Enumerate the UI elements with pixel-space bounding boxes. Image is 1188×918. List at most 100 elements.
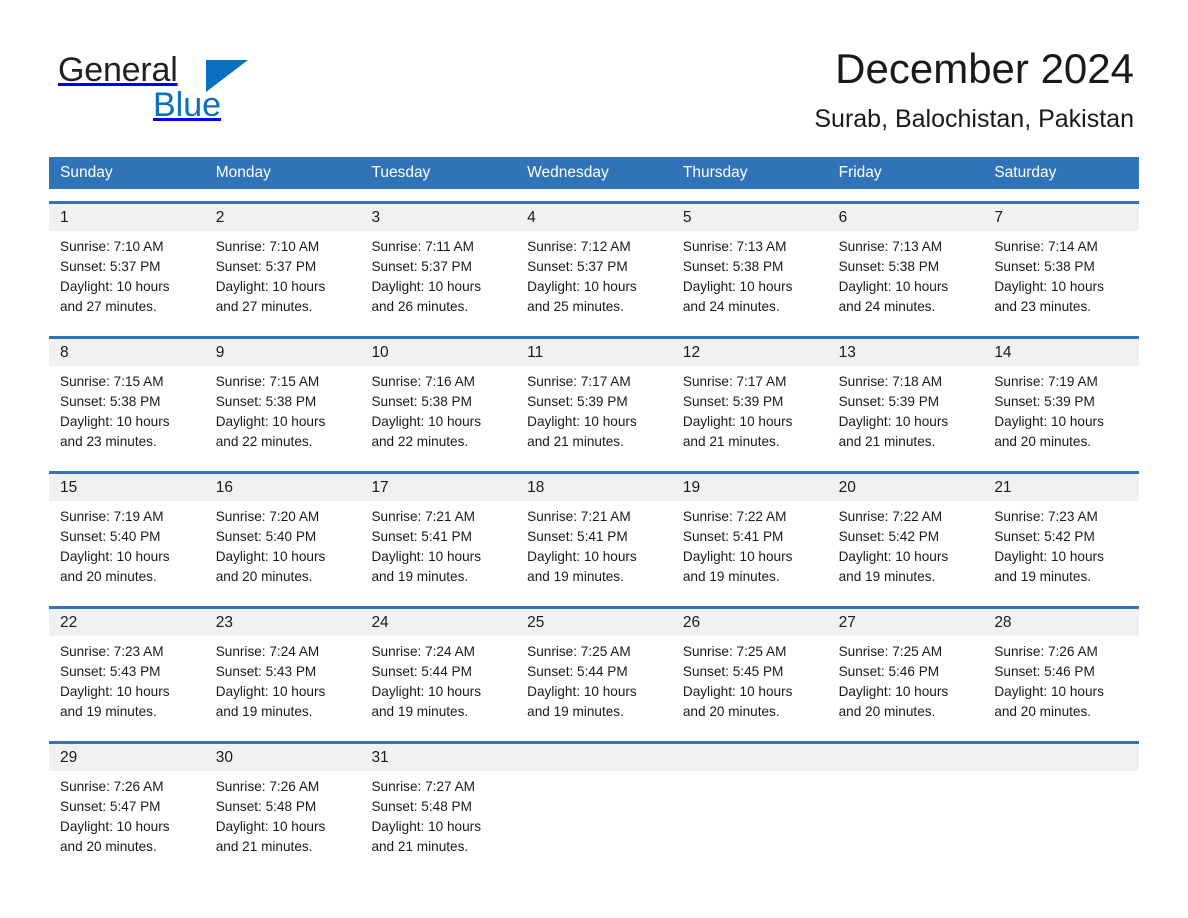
weekday-tuesday: Tuesday	[371, 164, 431, 181]
day-cell[interactable]: Sunrise: 7:22 AM Sunset: 5:41 PM Dayligh…	[672, 501, 828, 594]
day-cell[interactable]: Sunrise: 7:27 AM Sunset: 5:48 PM Dayligh…	[360, 771, 516, 864]
day-cell[interactable]: Sunrise: 7:25 AM Sunset: 5:46 PM Dayligh…	[828, 636, 984, 729]
daylight-text: Daylight: 10 hours and 27 minutes.	[215, 279, 326, 314]
page-title: December 2024	[835, 45, 1134, 92]
sunset-text: Sunset: 5:42 PM	[994, 529, 1095, 544]
day-number[interactable]: 28	[983, 609, 1139, 636]
sunrise-text: Sunrise: 7:23 AM	[994, 509, 1098, 524]
day-cell[interactable]: Sunrise: 7:11 AM Sunset: 5:37 PM Dayligh…	[360, 231, 516, 324]
sunset-text: Sunset: 5:39 PM	[994, 394, 1095, 409]
week-detail-row: Sunrise: 7:23 AM Sunset: 5:43 PM Dayligh…	[49, 636, 1139, 729]
day-cell[interactable]: Sunrise: 7:21 AM Sunset: 5:41 PM Dayligh…	[516, 501, 672, 594]
sunrise-text: Sunrise: 7:20 AM	[215, 509, 320, 524]
daylight-text: Daylight: 10 hours and 27 minutes.	[60, 279, 170, 314]
daylight-text: Daylight: 10 hours and 23 minutes.	[60, 414, 170, 449]
day-cell[interactable]: Sunrise: 7:16 AM Sunset: 5:38 PM Dayligh…	[360, 366, 516, 459]
day-number[interactable]: 1	[49, 204, 205, 231]
daylight-text: Daylight: 10 hours and 23 minutes.	[994, 279, 1104, 314]
day-number[interactable]: 2	[205, 204, 361, 231]
sunset-text: Sunset: 5:40 PM	[60, 529, 161, 544]
day-cell[interactable]: Sunrise: 7:25 AM Sunset: 5:45 PM Dayligh…	[672, 636, 828, 729]
day-number[interactable]: 6	[828, 204, 984, 231]
day-number[interactable]: 27	[828, 609, 984, 636]
day-cell[interactable]: Sunrise: 7:23 AM Sunset: 5:42 PM Dayligh…	[983, 501, 1139, 594]
day-cell[interactable]: Sunrise: 7:15 AM Sunset: 5:38 PM Dayligh…	[49, 366, 205, 459]
sunrise-text: Sunrise: 7:15 AM	[60, 374, 164, 389]
sunrise-text: Sunrise: 7:19 AM	[60, 509, 164, 524]
day-cell[interactable]: Sunrise: 7:24 AM Sunset: 5:43 PM Dayligh…	[205, 636, 361, 729]
day-cell[interactable]: Sunrise: 7:17 AM Sunset: 5:39 PM Dayligh…	[516, 366, 672, 459]
day-cell[interactable]: Sunrise: 7:20 AM Sunset: 5:40 PM Dayligh…	[205, 501, 361, 594]
day-cell[interactable]: Sunrise: 7:13 AM Sunset: 5:38 PM Dayligh…	[672, 231, 828, 324]
day-cell[interactable]: Sunrise: 7:12 AM Sunset: 5:37 PM Dayligh…	[516, 231, 672, 324]
week-daynumber-row: 1 2 3 4 5 6 7	[49, 204, 1139, 231]
day-number[interactable]: 19	[672, 474, 828, 501]
day-cell[interactable]: Sunrise: 7:13 AM Sunset: 5:38 PM Dayligh…	[828, 231, 984, 324]
sunrise-text: Sunrise: 7:23 AM	[60, 644, 164, 659]
day-cell[interactable]: Sunrise: 7:25 AM Sunset: 5:44 PM Dayligh…	[516, 636, 672, 729]
day-number[interactable]: 12	[672, 339, 828, 366]
day-number[interactable]: 26	[672, 609, 828, 636]
day-number[interactable]: 30	[205, 744, 361, 771]
day-cell-empty	[516, 771, 672, 864]
day-cell[interactable]: Sunrise: 7:15 AM Sunset: 5:38 PM Dayligh…	[205, 366, 361, 459]
week-detail-row: Sunrise: 7:10 AM Sunset: 5:37 PM Dayligh…	[49, 231, 1139, 324]
day-number[interactable]: 17	[360, 474, 516, 501]
day-cell[interactable]: Sunrise: 7:10 AM Sunset: 5:37 PM Dayligh…	[205, 231, 361, 324]
day-cell[interactable]: Sunrise: 7:17 AM Sunset: 5:39 PM Dayligh…	[672, 366, 828, 459]
sunset-text: Sunset: 5:46 PM	[838, 664, 940, 679]
day-cell[interactable]: Sunrise: 7:18 AM Sunset: 5:39 PM Dayligh…	[828, 366, 984, 459]
sunrise-text: Sunrise: 7:12 AM	[527, 239, 631, 254]
daylight-text: Daylight: 10 hours and 21 minutes.	[371, 819, 482, 854]
day-cell[interactable]: Sunrise: 7:19 AM Sunset: 5:39 PM Dayligh…	[983, 366, 1139, 459]
day-number[interactable]: 29	[49, 744, 205, 771]
day-number[interactable]: 11	[516, 339, 672, 366]
day-number[interactable]: 3	[360, 204, 516, 231]
week-detail-row: Sunrise: 7:19 AM Sunset: 5:40 PM Dayligh…	[49, 501, 1139, 594]
day-number[interactable]: 7	[983, 204, 1139, 231]
day-number[interactable]: 9	[205, 339, 361, 366]
day-number[interactable]: 20	[828, 474, 984, 501]
day-cell[interactable]: Sunrise: 7:10 AM Sunset: 5:37 PM Dayligh…	[49, 231, 205, 324]
day-number[interactable]: 10	[360, 339, 516, 366]
generalblue-logo[interactable]: General Blue	[58, 52, 318, 124]
sunset-text: Sunset: 5:48 PM	[371, 799, 472, 814]
day-cell[interactable]: Sunrise: 7:26 AM Sunset: 5:48 PM Dayligh…	[205, 771, 361, 864]
daylight-text: Daylight: 10 hours and 20 minutes.	[994, 684, 1104, 719]
day-number[interactable]: 8	[49, 339, 205, 366]
sunset-text: Sunset: 5:37 PM	[527, 259, 628, 274]
day-number[interactable]: 14	[983, 339, 1139, 366]
sunset-text: Sunset: 5:44 PM	[371, 664, 472, 679]
day-cell[interactable]: Sunrise: 7:22 AM Sunset: 5:42 PM Dayligh…	[828, 501, 984, 594]
day-number[interactable]: 25	[516, 609, 672, 636]
day-cell[interactable]: Sunrise: 7:21 AM Sunset: 5:41 PM Dayligh…	[360, 501, 516, 594]
day-number[interactable]: 5	[672, 204, 828, 231]
day-number[interactable]: 15	[49, 474, 205, 501]
day-cell[interactable]: Sunrise: 7:19 AM Sunset: 5:40 PM Dayligh…	[49, 501, 205, 594]
day-number[interactable]: 16	[205, 474, 361, 501]
day-number[interactable]: 18	[516, 474, 672, 501]
day-number[interactable]: 31	[360, 744, 516, 771]
title-block: December 2024 Surab, Balochistan, Pakist…	[814, 44, 1134, 134]
sunrise-text: Sunrise: 7:22 AM	[682, 509, 787, 524]
day-cell[interactable]: Sunrise: 7:24 AM Sunset: 5:44 PM Dayligh…	[360, 636, 516, 729]
triangle-icon	[206, 60, 248, 92]
sunset-text: Sunset: 5:48 PM	[215, 799, 317, 814]
day-number-empty	[672, 744, 828, 771]
day-cell[interactable]: Sunrise: 7:26 AM Sunset: 5:46 PM Dayligh…	[983, 636, 1139, 729]
day-cell[interactable]: Sunrise: 7:26 AM Sunset: 5:47 PM Dayligh…	[49, 771, 205, 864]
weekday-monday: Monday	[215, 164, 271, 181]
daylight-text: Daylight: 10 hours and 24 minutes.	[682, 279, 793, 314]
day-cell[interactable]: Sunrise: 7:14 AM Sunset: 5:38 PM Dayligh…	[983, 231, 1139, 324]
day-number[interactable]: 22	[49, 609, 205, 636]
day-number[interactable]: 21	[983, 474, 1139, 501]
sunset-text: Sunset: 5:37 PM	[215, 259, 317, 274]
day-number[interactable]: 13	[828, 339, 984, 366]
sunrise-text: Sunrise: 7:25 AM	[682, 644, 787, 659]
day-number[interactable]: 4	[516, 204, 672, 231]
day-number[interactable]: 24	[360, 609, 516, 636]
day-number[interactable]: 23	[205, 609, 361, 636]
daylight-text: Daylight: 10 hours and 20 minutes.	[60, 819, 170, 854]
weekday-saturday: Saturday	[994, 164, 1057, 181]
day-cell[interactable]: Sunrise: 7:23 AM Sunset: 5:43 PM Dayligh…	[49, 636, 205, 729]
